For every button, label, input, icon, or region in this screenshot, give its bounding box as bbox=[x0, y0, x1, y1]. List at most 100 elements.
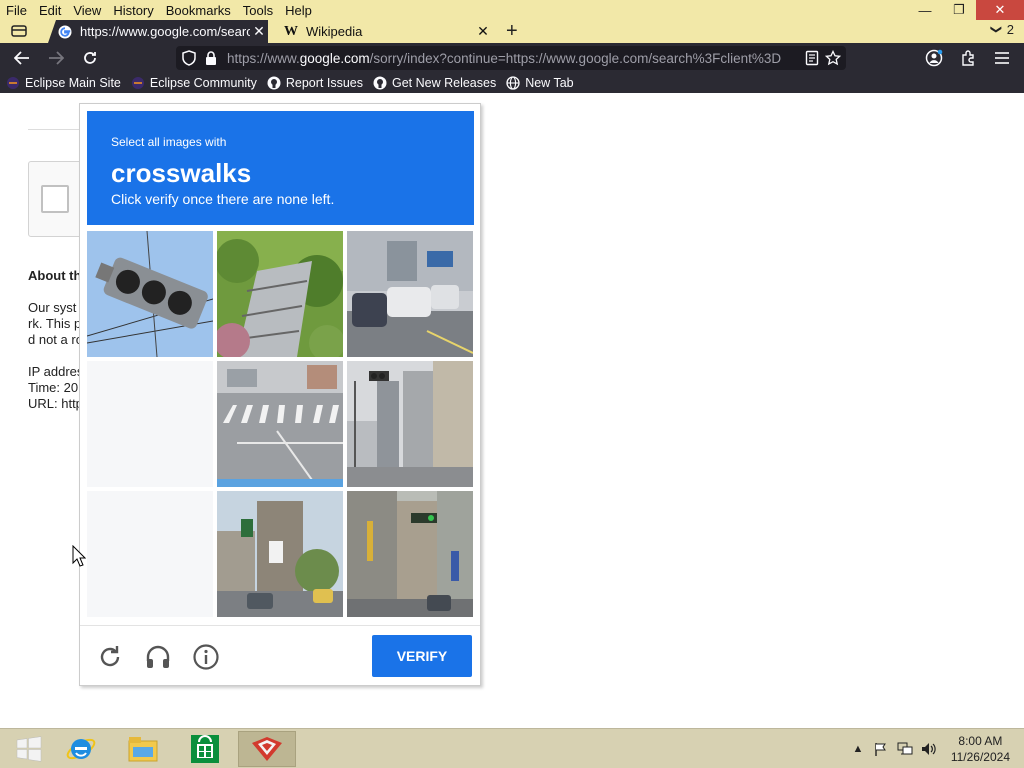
verify-button[interactable]: VERIFY bbox=[372, 635, 472, 677]
tab-close-icon[interactable]: ✕ bbox=[250, 23, 268, 40]
menu-bar: File Edit View History Bookmarks Tools H… bbox=[0, 0, 1024, 20]
github-icon bbox=[373, 76, 387, 90]
extensions-button[interactable] bbox=[956, 47, 980, 69]
tray-overflow-icon[interactable]: ▲ bbox=[850, 741, 866, 757]
taskbar-active-app[interactable] bbox=[238, 731, 296, 767]
bookmark-label: New Tab bbox=[525, 75, 574, 90]
file-explorer-icon bbox=[128, 737, 158, 762]
volume-icon[interactable] bbox=[921, 741, 937, 757]
bookmark-label: Report Issues bbox=[285, 75, 363, 90]
challenge-tile-empty[interactable] bbox=[87, 491, 213, 617]
clock-date: 11/26/2024 bbox=[950, 750, 1010, 764]
start-button[interactable] bbox=[0, 731, 58, 767]
challenge-tile-intersection[interactable] bbox=[217, 491, 343, 617]
bookmark-eclipse-main[interactable]: Eclipse Main Site bbox=[6, 76, 121, 90]
body-line: Our syst bbox=[28, 300, 77, 315]
bookmark-new-tab[interactable]: New Tab bbox=[506, 75, 574, 90]
challenge-tile-street-cars[interactable] bbox=[347, 231, 473, 357]
reload-challenge-icon[interactable] bbox=[96, 643, 124, 671]
challenge-hint: Click verify once there are none left. bbox=[111, 191, 335, 207]
menu-edit[interactable]: Edit bbox=[33, 3, 67, 18]
lock-icon[interactable] bbox=[202, 49, 220, 67]
recaptcha-checkbox[interactable] bbox=[41, 185, 69, 213]
challenge-tile-stairs-greenery[interactable] bbox=[217, 231, 343, 357]
minimize-button[interactable]: — bbox=[908, 0, 942, 20]
chevron-down-icon: ❯ bbox=[989, 24, 1002, 35]
challenge-tile-empty[interactable] bbox=[87, 361, 213, 487]
forward-button[interactable] bbox=[44, 47, 68, 69]
reader-view-icon[interactable] bbox=[803, 49, 821, 67]
url-path: /sorry/index?continue=https://www.google… bbox=[369, 50, 782, 66]
shield-icon[interactable] bbox=[180, 49, 198, 67]
window-controls: — ❐ ✕ bbox=[908, 0, 1024, 20]
menu-view[interactable]: View bbox=[67, 3, 107, 18]
challenge-footer: VERIFY bbox=[80, 625, 480, 685]
back-button[interactable] bbox=[10, 47, 34, 69]
tab-overflow[interactable]: ❯ 2 bbox=[989, 22, 1014, 37]
about-heading: About th bbox=[28, 268, 82, 283]
url-text[interactable]: https://www.google.com/sorry/index?conti… bbox=[227, 51, 797, 66]
globe-icon bbox=[506, 75, 520, 90]
tab-count: 2 bbox=[1006, 22, 1014, 37]
tab-bar: https://www.google.com/searcl ✕ W Wikipe… bbox=[0, 20, 1024, 43]
headphones-icon[interactable] bbox=[144, 643, 172, 671]
challenge-header: Select all images with crosswalks Click … bbox=[87, 111, 474, 225]
google-icon bbox=[58, 25, 72, 39]
internet-explorer-icon bbox=[66, 738, 96, 760]
challenge-tile-traffic-light[interactable] bbox=[87, 231, 213, 357]
new-tab-button[interactable]: + bbox=[506, 20, 518, 42]
system-clock[interactable]: 8:00 AM 11/26/2024 bbox=[951, 733, 1010, 765]
challenge-tile-crosswalk[interactable] bbox=[217, 361, 343, 487]
hamburger-icon bbox=[995, 52, 1009, 64]
wikipedia-icon: W bbox=[284, 23, 298, 39]
menu-file[interactable]: File bbox=[0, 3, 33, 18]
body-line: rk. This p bbox=[28, 316, 82, 331]
account-button[interactable] bbox=[922, 47, 946, 69]
bookmark-eclipse-community[interactable]: Eclipse Community bbox=[131, 76, 257, 90]
action-center-flag-icon[interactable] bbox=[873, 741, 889, 757]
close-window-button[interactable]: ✕ bbox=[976, 0, 1024, 20]
store-icon bbox=[191, 735, 219, 763]
network-icon[interactable] bbox=[897, 741, 913, 757]
challenge-target: crosswalks bbox=[111, 158, 252, 188]
github-icon bbox=[267, 76, 281, 90]
challenge-instruction: Select all images with bbox=[111, 135, 227, 149]
tab-google[interactable]: https://www.google.com/searcl ✕ bbox=[48, 20, 268, 43]
tab-wikipedia[interactable]: W Wikipedia ✕ bbox=[276, 20, 492, 43]
url-prefix: https://www. bbox=[227, 50, 300, 66]
body-line: IP addres bbox=[28, 364, 84, 379]
bookmark-star-icon[interactable] bbox=[824, 49, 842, 67]
bookmark-get-new-releases[interactable]: Get New Releases bbox=[373, 76, 496, 90]
taskbar-file-explorer[interactable] bbox=[114, 731, 172, 767]
eclipse-icon bbox=[6, 76, 20, 90]
reload-button[interactable] bbox=[78, 47, 102, 69]
mouse-cursor-icon bbox=[72, 544, 87, 567]
reload-icon bbox=[84, 52, 96, 64]
screen: File Edit View History Bookmarks Tools H… bbox=[0, 0, 1024, 768]
puzzle-icon bbox=[962, 50, 974, 66]
restore-button[interactable]: ❐ bbox=[942, 0, 976, 20]
bookmark-label: Get New Releases bbox=[391, 75, 497, 90]
taskbar-internet-explorer[interactable] bbox=[52, 731, 110, 767]
navigation-bar: https://www.google.com/sorry/index?conti… bbox=[0, 43, 1024, 72]
menu-help[interactable]: Help bbox=[279, 3, 318, 18]
app-menu-button[interactable] bbox=[990, 47, 1014, 69]
taskbar-store[interactable] bbox=[176, 731, 234, 767]
bookmark-report-issues[interactable]: Report Issues bbox=[267, 76, 363, 90]
menu-history[interactable]: History bbox=[107, 3, 159, 18]
tab-title: https://www.google.com/searcl bbox=[80, 24, 250, 39]
menu-tools[interactable]: Tools bbox=[237, 3, 279, 18]
windows-start-icon bbox=[16, 736, 42, 762]
info-icon[interactable] bbox=[192, 643, 220, 671]
tab-list-button[interactable] bbox=[8, 22, 30, 40]
address-bar[interactable]: https://www.google.com/sorry/index?conti… bbox=[176, 46, 846, 70]
bookmark-label: Eclipse Main Site bbox=[25, 75, 121, 90]
challenge-tile-street-shops[interactable] bbox=[347, 491, 473, 617]
challenge-tile-street-buildings[interactable] bbox=[347, 361, 473, 487]
back-arrow-icon bbox=[14, 51, 29, 65]
eclipse-icon bbox=[131, 76, 145, 90]
divider bbox=[28, 129, 80, 130]
url-domain: google.com bbox=[299, 50, 370, 66]
tab-close-icon[interactable]: ✕ bbox=[474, 23, 492, 40]
menu-bookmarks[interactable]: Bookmarks bbox=[160, 3, 237, 18]
